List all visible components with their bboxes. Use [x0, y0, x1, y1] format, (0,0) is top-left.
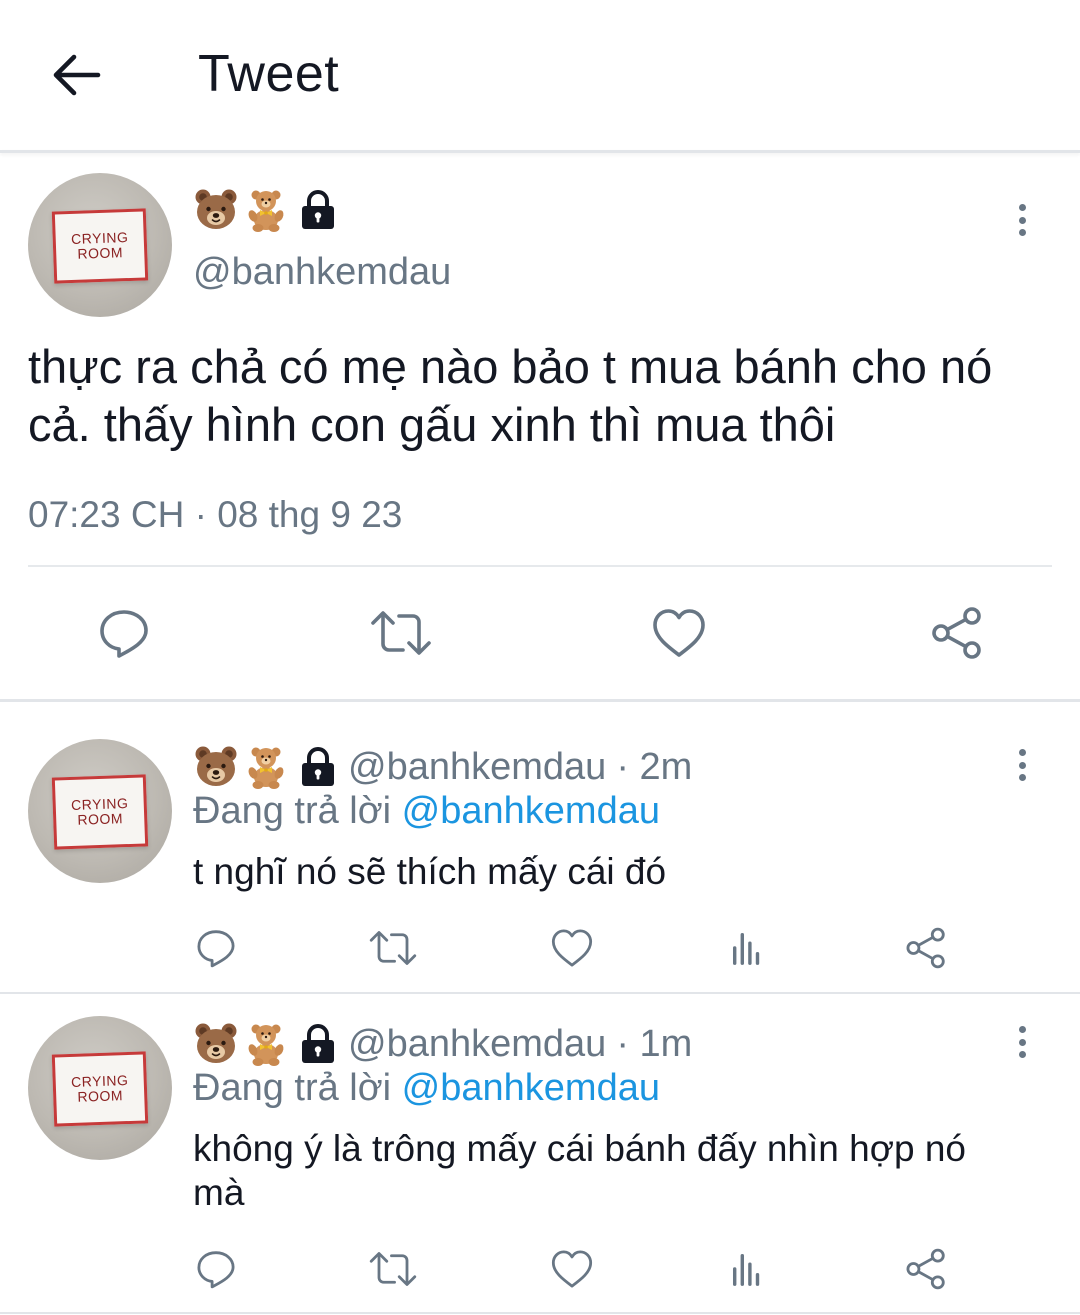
tweet-timestamp: 07:23 CH · 08 thg 9 23 [28, 494, 403, 535]
reply-header: @banhkemdau · 1m [348, 1020, 692, 1068]
replying-to-prefix: Đang trả lời [193, 1067, 392, 1109]
more-dot-icon [1018, 204, 1026, 211]
relative-time: · 1m [616, 1023, 693, 1065]
section-divider [0, 699, 1080, 702]
retweet-icon [368, 927, 418, 969]
top-app-bar: Tweet [0, 0, 1080, 150]
like-button[interactable] [648, 603, 710, 663]
avatar-sign-line2: ROOM [77, 810, 124, 828]
like-button[interactable] [549, 1247, 595, 1291]
reply-icon [195, 1248, 237, 1290]
divider [28, 565, 1052, 567]
reply-button[interactable] [194, 926, 238, 970]
analytics-button[interactable] [728, 1249, 768, 1289]
bear-face-emoji [193, 1021, 239, 1067]
share-button[interactable] [903, 926, 949, 970]
relative-time: · 2m [616, 746, 693, 788]
bear-face-emoji [193, 187, 239, 233]
avatar[interactable]: CRYING ROOM [28, 1016, 172, 1160]
replying-to: Đang trả lời @banhkemdau [193, 1065, 660, 1111]
lock-icon [297, 1023, 339, 1065]
replying-to-prefix: Đang trả lời [193, 790, 392, 832]
reply-icon [195, 927, 237, 969]
bear-face-emoji [193, 744, 239, 790]
more-options-button[interactable] [1007, 200, 1037, 240]
reply-button[interactable] [94, 603, 154, 663]
mention-link[interactable]: @banhkemdau [402, 790, 660, 832]
more-dot-icon [1018, 229, 1026, 236]
more-dot-icon [1018, 774, 1026, 781]
teddy-bear-emoji [243, 1021, 289, 1067]
like-icon [550, 927, 594, 969]
avatar-sign: CRYING ROOM [51, 208, 149, 284]
arrow-left-icon [53, 54, 101, 96]
author-handle[interactable]: @banhkemdau [193, 248, 451, 296]
avatar-sign-line2: ROOM [77, 1087, 124, 1105]
share-button[interactable] [926, 603, 988, 663]
tweet-text: thực ra chả có mẹ nào bảo t mua bánh cho… [28, 340, 993, 451]
replying-to: Đang trả lời @banhkemdau [193, 788, 660, 834]
retweet-button[interactable] [366, 603, 436, 663]
reply-text: t nghĩ nó sẽ thích mấy cái đó [193, 851, 667, 892]
display-name[interactable] [193, 1021, 339, 1067]
more-dot-icon [1018, 749, 1026, 756]
share-button[interactable] [903, 1247, 949, 1291]
display-name[interactable] [193, 744, 339, 790]
avatar-sign: CRYING ROOM [51, 774, 149, 850]
stats-icon [729, 1250, 767, 1288]
reply-icon [97, 606, 151, 660]
share-icon [904, 1247, 948, 1291]
header-divider [0, 150, 1080, 153]
more-dot-icon [1018, 761, 1026, 769]
more-dot-icon [1018, 1038, 1026, 1046]
author-handle[interactable]: @banhkemdau [348, 1020, 606, 1068]
reply-header: @banhkemdau · 2m [348, 743, 692, 791]
mention-link[interactable]: @banhkemdau [402, 1067, 660, 1109]
retweet-button[interactable] [367, 926, 419, 970]
like-icon [651, 606, 707, 660]
more-options-button[interactable] [1007, 1022, 1037, 1062]
more-dot-icon [1018, 1051, 1026, 1058]
share-icon [929, 605, 985, 661]
like-icon [550, 1248, 594, 1290]
like-button[interactable] [549, 926, 595, 970]
page-title: Tweet [198, 45, 340, 103]
section-divider [0, 992, 1080, 994]
more-dot-icon [1018, 1026, 1026, 1033]
more-options-button[interactable] [1007, 745, 1037, 785]
share-icon [904, 926, 948, 970]
analytics-button[interactable] [728, 928, 768, 968]
display-name[interactable] [193, 187, 339, 233]
avatar[interactable]: CRYING ROOM [28, 739, 172, 883]
author-handle[interactable]: @banhkemdau [348, 743, 606, 791]
avatar[interactable]: CRYING ROOM [28, 173, 172, 317]
retweet-icon [369, 606, 433, 660]
retweet-icon [368, 1248, 418, 1290]
teddy-bear-emoji [243, 187, 289, 233]
more-dot-icon [1018, 216, 1026, 224]
stats-icon [729, 929, 767, 967]
back-button[interactable] [44, 44, 110, 106]
reply-text: không ý là trông mấy cái bánh đấy nhìn h… [193, 1128, 966, 1213]
avatar-sign: CRYING ROOM [51, 1051, 149, 1127]
section-divider [0, 1312, 1080, 1314]
avatar-sign-line2: ROOM [77, 244, 124, 262]
lock-icon [297, 189, 339, 231]
retweet-button[interactable] [367, 1247, 419, 1291]
teddy-bear-emoji [243, 744, 289, 790]
reply-button[interactable] [194, 1247, 238, 1291]
lock-icon [297, 746, 339, 788]
